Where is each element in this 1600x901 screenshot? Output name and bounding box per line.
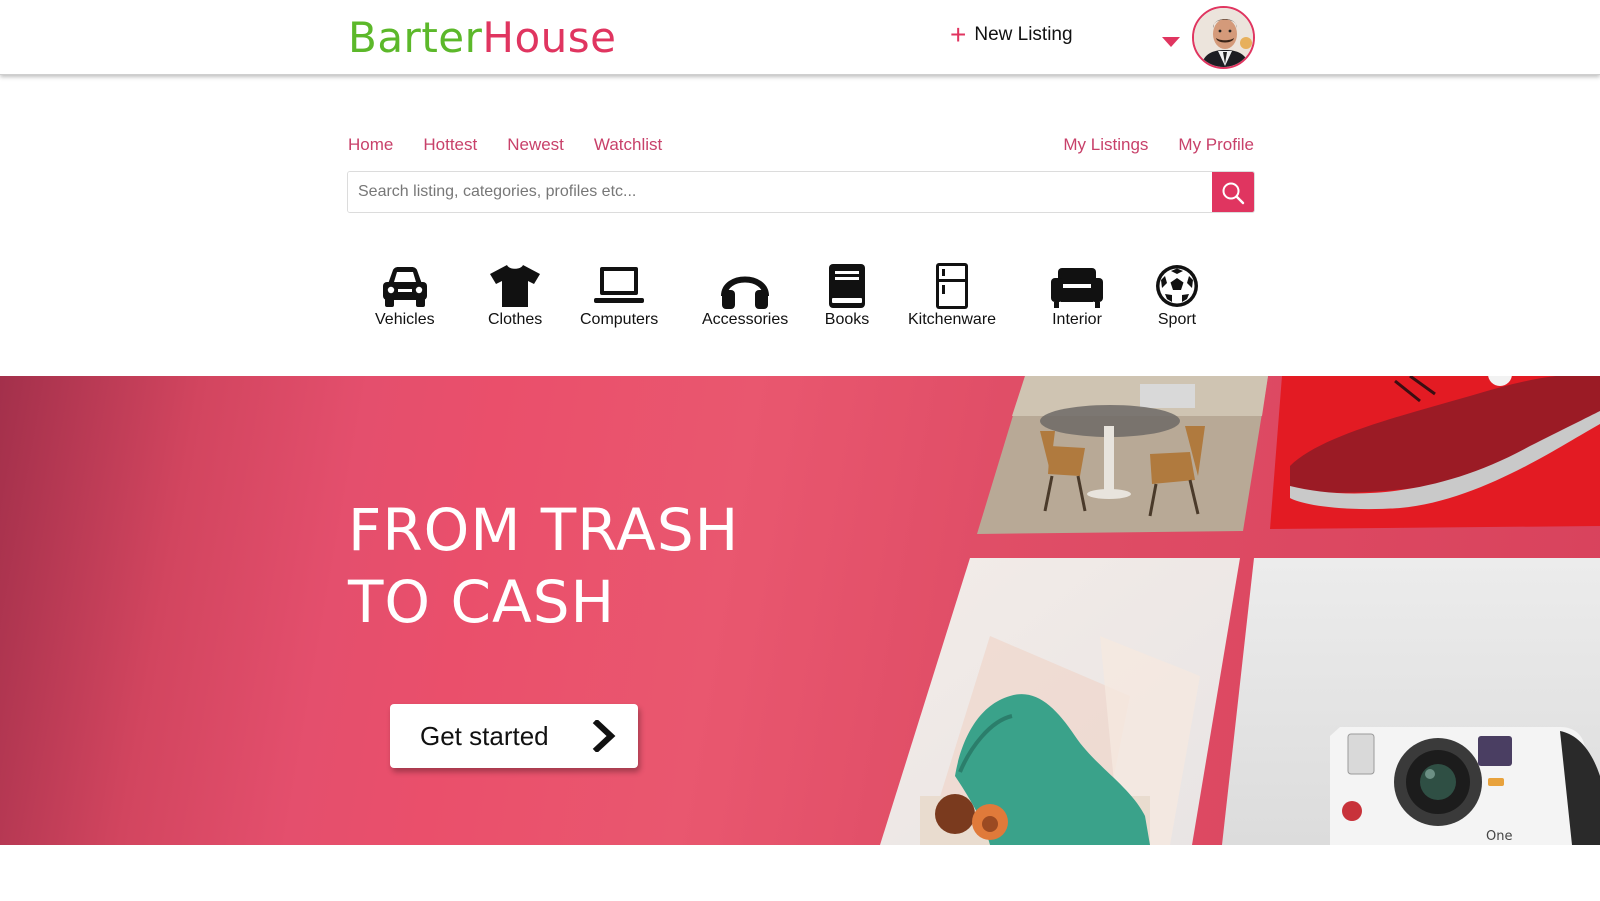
nav-watchlist[interactable]: Watchlist (594, 135, 662, 155)
category-computers[interactable]: Computers (580, 262, 658, 329)
main-nav: Home Hottest Newest Watchlist (348, 135, 662, 155)
category-books[interactable]: Books (820, 262, 874, 329)
top-bar: BarterHouse + New Listing (0, 0, 1600, 75)
table-chairs-photo (977, 376, 1268, 534)
category-vehicles[interactable]: Vehicles (375, 262, 435, 329)
logo-part-barter: Barter (348, 13, 483, 62)
category-label: Computers (580, 311, 659, 328)
soccer-ball-icon (1156, 265, 1198, 307)
account-nav: My Listings My Profile (1063, 135, 1254, 155)
sofa-icon (1051, 268, 1103, 308)
laptop-icon (594, 267, 645, 303)
category-label: Accessories (702, 311, 789, 328)
search-input[interactable] (348, 172, 1212, 212)
nav-newest[interactable]: Newest (507, 135, 564, 155)
nav-hottest[interactable]: Hottest (423, 135, 477, 155)
hero-title: FROM TRASH TO CASH (348, 496, 740, 636)
category-label: Books (824, 311, 870, 328)
nav-my-profile[interactable]: My Profile (1178, 135, 1254, 155)
nav-my-listings[interactable]: My Listings (1063, 135, 1148, 155)
get-started-label: Get started (420, 720, 549, 751)
category-bar: Vehicles Clothes Computers Accessories B… (360, 262, 1240, 332)
category-kitchenware[interactable]: Kitchenware (908, 262, 996, 329)
category-interior[interactable]: Interior (1050, 262, 1104, 329)
car-icon (382, 267, 427, 307)
search-bar (347, 171, 1255, 213)
category-label: Clothes (488, 311, 543, 328)
category-clothes[interactable]: Clothes (488, 262, 542, 329)
camera-brand-text: One (1486, 829, 1512, 844)
category-label: Interior (1052, 311, 1102, 328)
hero-banner: One FROM TRASH TO CASH Get started (0, 376, 1600, 845)
category-label: Vehicles (375, 311, 435, 328)
category-label: Kitchenware (908, 311, 997, 328)
new-listing-label: New Listing (974, 24, 1073, 45)
search-button[interactable] (1212, 172, 1254, 212)
plus-icon: + (950, 19, 967, 50)
avatar-portrait-icon (1194, 8, 1253, 67)
category-label: Sport (1157, 311, 1197, 328)
category-accessories[interactable]: Accessories (702, 262, 788, 329)
category-sport[interactable]: Sport (1150, 262, 1204, 329)
profile-dropdown-caret-icon[interactable] (1162, 37, 1180, 47)
green-shoe-photo (880, 558, 1240, 845)
get-started-button[interactable]: Get started (390, 704, 638, 768)
logo[interactable]: BarterHouse (348, 14, 617, 62)
logo-part-house: House (482, 13, 617, 62)
tshirt-icon (490, 265, 541, 307)
chevron-right-icon (592, 720, 616, 752)
avatar[interactable] (1192, 6, 1255, 69)
instant-camera-photo: One (1222, 558, 1600, 845)
red-sneaker-photo (1270, 376, 1600, 529)
fridge-icon (936, 263, 969, 309)
search-icon (1222, 182, 1245, 205)
headphones-icon (721, 276, 770, 309)
book-icon (829, 264, 865, 308)
new-listing-button[interactable]: + New Listing (950, 19, 1073, 50)
nav-home[interactable]: Home (348, 135, 393, 155)
